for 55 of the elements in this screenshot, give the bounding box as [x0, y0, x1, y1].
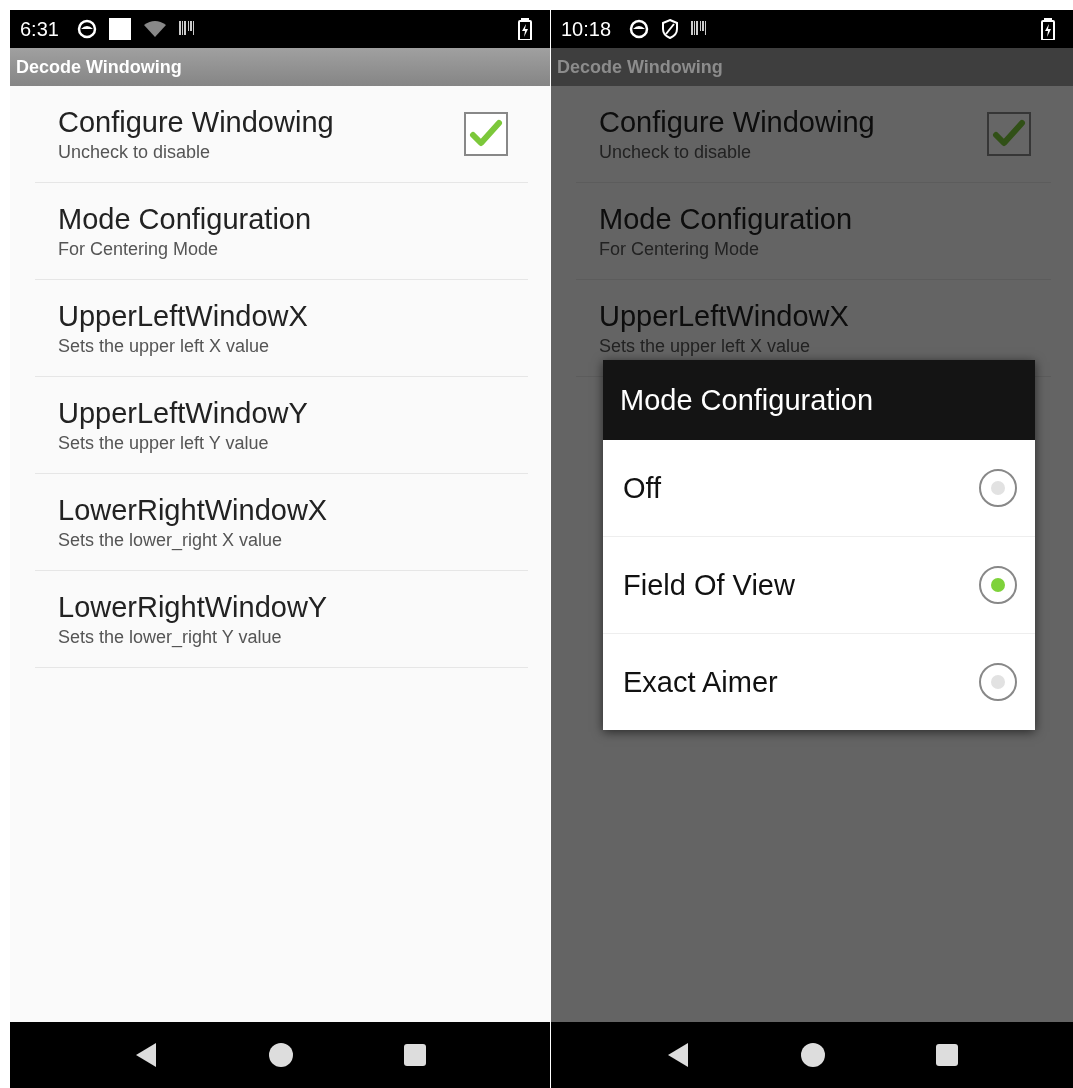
preference-summary: Sets the upper left X value	[599, 335, 812, 358]
dialog-option[interactable]: Exact Aimer	[603, 634, 1035, 730]
app-title: Decode Windowing	[16, 56, 182, 78]
preference-title: Configure Windowing	[58, 105, 335, 140]
preference-item[interactable]: UpperLeftWindowY Sets the upper left Y value	[35, 377, 528, 474]
battery-charging-icon	[1041, 18, 1055, 40]
preference-title: Mode Configuration	[599, 202, 854, 237]
dialog-title: Mode Configuration	[603, 360, 1035, 440]
recents-icon	[404, 1044, 426, 1066]
preference-summary: For Centering Mode	[58, 238, 220, 261]
preference-item[interactable]: LowerRightWindowY Sets the lower_right Y value	[35, 571, 528, 668]
preference-summary: Sets the upper left X value	[58, 335, 271, 358]
preference-item[interactable]: LowerRightWindowX Sets the lower_right X value	[35, 474, 528, 571]
radio-button[interactable]	[979, 469, 1017, 507]
preference-summary: Sets the lower_right X value	[58, 529, 284, 552]
preference-summary: Sets the lower_right Y value	[58, 626, 283, 649]
preference-item[interactable]: UpperLeftWindowX Sets the upper left X value	[35, 280, 528, 377]
preference-title: Mode Configuration	[58, 202, 313, 237]
round-face-icon	[76, 19, 97, 39]
preference-summary: Uncheck to disable	[58, 141, 212, 164]
back-icon	[134, 1042, 158, 1068]
recents-icon	[936, 1044, 958, 1066]
dialog-option[interactable]: Field Of View	[603, 537, 1035, 634]
preference-title: UpperLeftWindowX	[58, 299, 309, 334]
round-face-icon	[629, 19, 650, 39]
preference-summary: For Centering Mode	[599, 238, 761, 261]
preference-title: UpperLeftWindowX	[599, 299, 850, 334]
option-label: Exact Aimer	[623, 665, 778, 699]
preference-item[interactable]: Mode Configuration For Centering Mode	[35, 183, 528, 280]
app-title: Decode Windowing	[557, 56, 723, 78]
back-icon	[666, 1042, 690, 1068]
square-icon	[108, 18, 131, 40]
preference-item[interactable]: Configure Windowing Uncheck to disable	[35, 86, 528, 183]
preference-title: LowerRightWindowY	[58, 590, 329, 625]
option-label: Off	[623, 471, 662, 505]
option-label: Field Of View	[623, 568, 795, 602]
preference-title: UpperLeftWindowY	[58, 396, 309, 431]
checkbox[interactable]	[464, 112, 508, 156]
preference-title: LowerRightWindowX	[58, 493, 329, 528]
clock-time: 10:18	[561, 17, 612, 41]
clock-time: 6:31	[20, 17, 59, 41]
barcode-icon	[178, 20, 195, 38]
dialog-option[interactable]: Off	[603, 440, 1035, 537]
battery-charging-icon	[518, 18, 532, 40]
wifi-icon	[142, 20, 167, 38]
preference-summary: Uncheck to disable	[599, 141, 753, 164]
checkbox[interactable]	[987, 112, 1031, 156]
barcode-icon	[691, 20, 708, 38]
shield-icon	[661, 18, 680, 40]
preference-title: Configure Windowing	[599, 105, 876, 140]
radio-button[interactable]	[979, 566, 1017, 604]
radio-button[interactable]	[979, 663, 1017, 701]
preference-summary: Sets the upper left Y value	[58, 432, 270, 455]
home-icon	[800, 1042, 826, 1068]
home-icon	[268, 1042, 294, 1068]
